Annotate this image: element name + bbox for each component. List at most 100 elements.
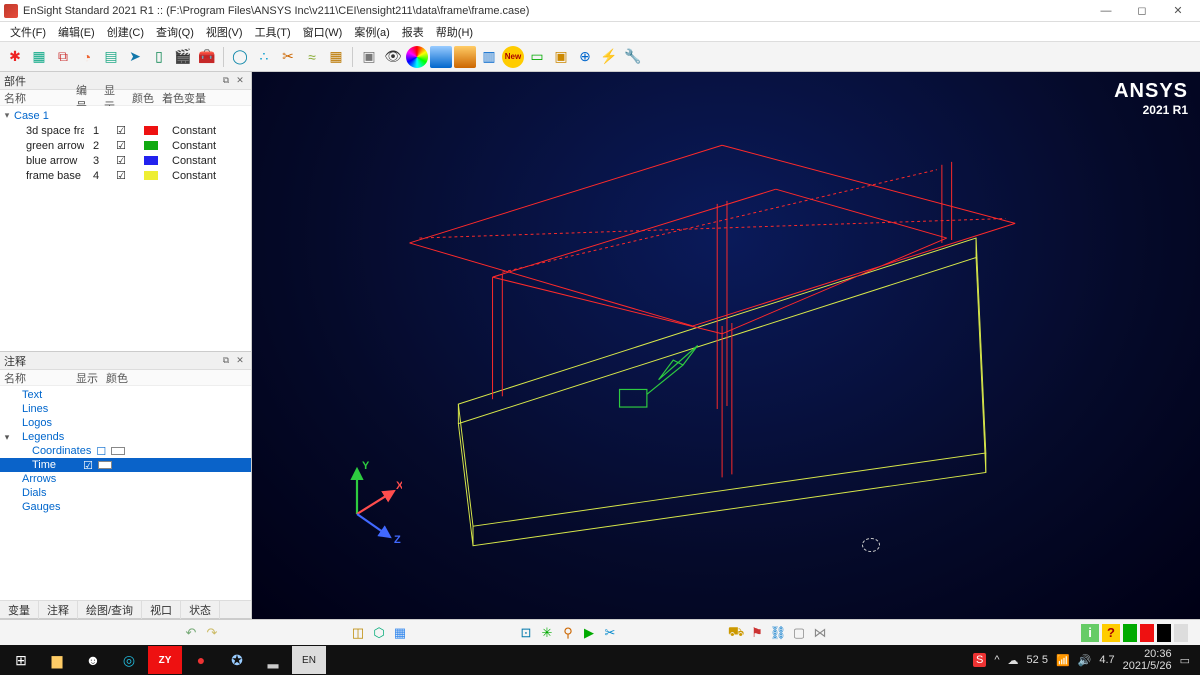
menu-view[interactable]: 视图(V) [200,22,249,42]
tool-toolbox-icon[interactable]: 🧰 [196,46,218,68]
annot-row[interactable]: Coordinates☐ [0,444,251,458]
maximize-button[interactable]: ◻ [1124,0,1160,22]
box-icon[interactable]: ▢ [790,624,808,642]
tray-wifi-icon[interactable]: 📶 [1056,654,1070,667]
tab-view[interactable]: 视口 [142,600,181,620]
tray-sogou-icon[interactable]: S [973,653,986,667]
link-icon[interactable]: ⛓ [769,624,787,642]
cube-icon[interactable]: ◫ [349,624,367,642]
part-row[interactable]: frame base4☑Constant [0,168,251,183]
part-visible-checkbox[interactable]: ☑ [108,154,134,167]
tool-table-icon[interactable]: ▦ [28,46,50,68]
tool-drops-icon[interactable]: ∴ [253,46,275,68]
task-terminal-icon[interactable]: ▂ [256,646,290,674]
tool-gradient1-icon[interactable] [430,46,452,68]
history-back-icon[interactable]: ↶ [182,624,200,642]
help-icon[interactable]: ? [1102,624,1120,642]
menu-edit[interactable]: 编辑(E) [52,22,101,42]
part-color-swatch[interactable] [144,156,158,165]
task-record-icon[interactable]: ● [184,646,218,674]
globe-icon[interactable]: ⬡ [370,624,388,642]
tray-cloud-icon[interactable]: ☁ [1008,654,1019,667]
expand-icon[interactable]: ▾ [2,110,12,121]
part-color-swatch[interactable] [144,171,158,180]
annot-row[interactable]: Arrows [0,472,251,486]
system-tray[interactable]: S ^ ☁ 52 5 📶 🔊 4.7 20:36 2021/5/26 ▭ [973,648,1196,672]
tab-annot[interactable]: 注释 [39,600,78,620]
part-color-swatch[interactable] [144,126,158,135]
tool-new-icon[interactable]: New [502,46,524,68]
tray-vol-icon[interactable]: 🔊 [1078,654,1092,667]
tool-graph-icon[interactable]: ⧉ [52,46,74,68]
flag-icon[interactable]: ⚑ [748,624,766,642]
tool-gradient2-icon[interactable] [454,46,476,68]
menu-report[interactable]: 报表 [396,22,430,42]
col-name[interactable]: 名称 [0,370,72,386]
part-row[interactable]: 3d space frame1☑Constant [0,123,251,138]
swatch1-icon[interactable] [1123,624,1137,642]
tool-image-icon[interactable]: ▣ [550,46,572,68]
pick-icon[interactable]: ⊡ [517,624,535,642]
col-name[interactable]: 名称 [0,90,72,106]
annot-tree[interactable]: TextLinesLogos▾LegendsCoordinates☐Time☑A… [0,386,251,600]
cut-icon[interactable]: ✂ [601,624,619,642]
part-row[interactable]: blue arrow3☑Constant [0,153,251,168]
tool-window-icon[interactable]: ▭ [526,46,548,68]
start-button[interactable]: ⊞ [4,646,38,674]
part-visible-checkbox[interactable]: ☑ [108,169,134,182]
tool-layers-icon[interactable]: ▦ [325,46,347,68]
menu-create[interactable]: 创建(C) [101,22,150,42]
close-button[interactable]: ✕ [1160,0,1196,22]
tray-up-icon[interactable]: ^ [994,654,999,666]
panel-close-icon[interactable]: ✕ [233,74,247,88]
history-fwd-icon[interactable]: ↷ [203,624,221,642]
annot-color-swatch[interactable] [111,447,125,455]
net-icon[interactable]: ⋈ [811,624,829,642]
task-zy-icon[interactable]: ZY [148,646,182,674]
grid-icon[interactable]: ▦ [391,624,409,642]
swatch4-icon[interactable] [1174,624,1188,642]
tab-plot[interactable]: 绘图/查询 [78,600,142,620]
part-visible-checkbox[interactable]: ☑ [108,139,134,152]
spark-icon[interactable]: ✳ [538,624,556,642]
col-color[interactable]: 颜色 [128,90,158,106]
parts-tree[interactable]: ▾ Case 1 3d space frame1☑Constantgreen a… [0,106,251,351]
menu-window[interactable]: 窗口(W) [297,22,349,42]
tool-target-icon[interactable]: ⊕ [574,46,596,68]
tool-bars-icon[interactable]: ▥ [478,46,500,68]
menu-tools[interactable]: 工具(T) [249,22,297,42]
swatch2-icon[interactable] [1140,624,1154,642]
panel-undock-icon[interactable]: ⧉ [219,354,233,368]
viewport-3d[interactable]: ANSYS 2021 R1 [252,72,1200,619]
tool-wand-icon[interactable]: ⚡ [598,46,620,68]
annot-row[interactable]: Time☑ [0,458,251,472]
tray-clock[interactable]: 20:36 2021/5/26 [1123,648,1172,672]
tool-eye-icon[interactable]: 👁 [382,46,404,68]
wand2-icon[interactable]: ⚲ [559,624,577,642]
tree-case[interactable]: ▾ Case 1 [0,108,251,123]
task-app1-icon[interactable]: ☻ [76,646,110,674]
info-icon[interactable]: i [1081,624,1099,642]
menu-file[interactable]: 文件(F) [4,22,52,42]
swatch3-icon[interactable] [1157,624,1171,642]
annot-row[interactable]: Text [0,388,251,402]
panel-undock-icon[interactable]: ⧉ [219,74,233,88]
tool-scissors-icon[interactable]: ✂ [277,46,299,68]
truck-icon[interactable]: ⛟ [727,624,745,642]
col-color[interactable]: 颜色 [102,370,132,386]
menu-query[interactable]: 查询(Q) [150,22,200,42]
task-app2-icon[interactable]: ✪ [220,646,254,674]
panel-close-icon[interactable]: ✕ [233,354,247,368]
annot-row[interactable]: Lines [0,402,251,416]
tool-book-icon[interactable]: ▯ [148,46,170,68]
col-show[interactable]: 显示 [72,370,102,386]
tool-stream-icon[interactable]: ≈ [301,46,323,68]
tool-calc-icon[interactable]: ▤ [100,46,122,68]
annot-color-swatch[interactable] [98,461,112,469]
tray-notif-icon[interactable]: ▭ [1180,654,1190,667]
annot-row[interactable]: Dials [0,486,251,500]
expand-icon[interactable]: ▾ [2,432,12,443]
annot-panel-header[interactable]: 注释 ⧉ ✕ [0,352,251,370]
play-icon[interactable]: ▶ [580,624,598,642]
tool-lasso-icon[interactable]: ◯ [229,46,251,68]
